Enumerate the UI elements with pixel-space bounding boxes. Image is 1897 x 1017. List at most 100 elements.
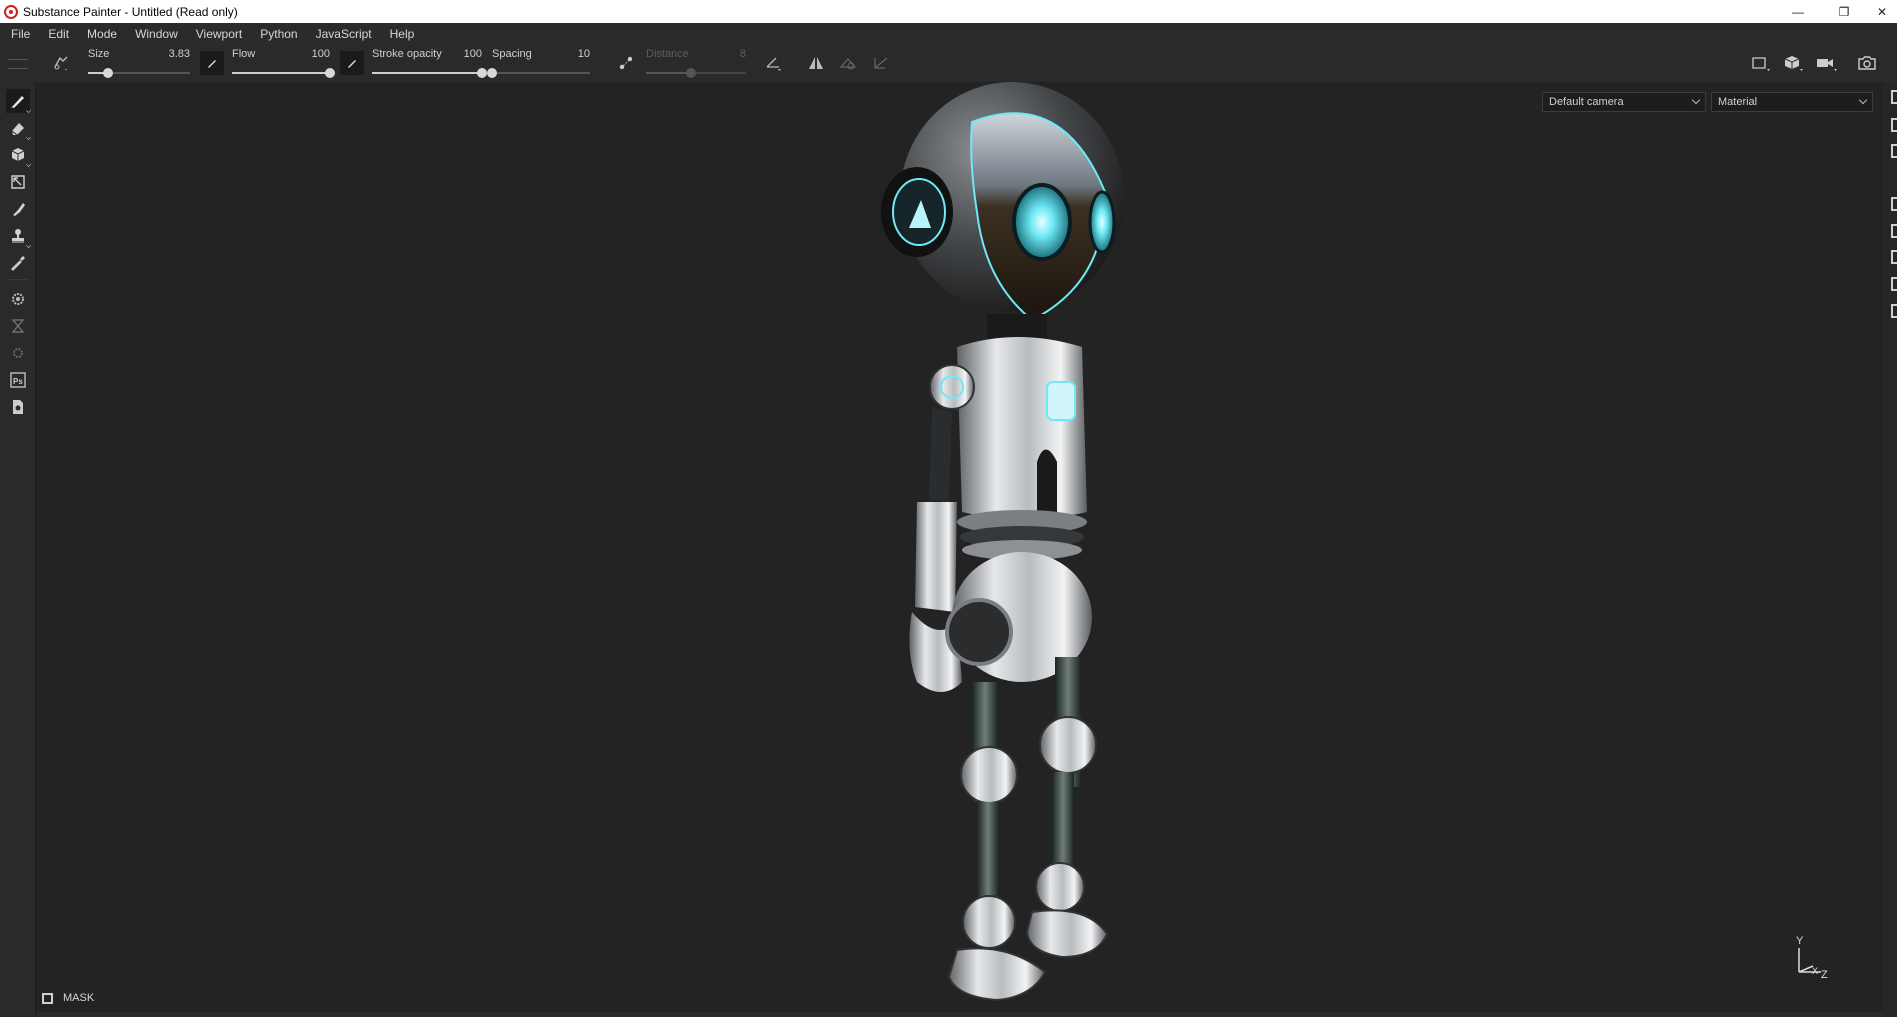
flow-track[interactable] xyxy=(232,68,335,78)
close-button[interactable]: ✕ xyxy=(1867,0,1897,23)
document-export-tool[interactable] xyxy=(6,395,30,419)
clone-stamp-icon xyxy=(12,229,24,243)
chevron-down-icon xyxy=(1691,95,1701,105)
photoshop-export-tool[interactable]: Ps xyxy=(6,368,30,392)
menu-mode[interactable]: Mode xyxy=(78,23,126,45)
stroke-opacity-slider[interactable]: Stroke opacity 100 xyxy=(372,45,487,82)
menu-edit[interactable]: Edit xyxy=(39,23,78,45)
mask-toggle[interactable]: MASK xyxy=(42,990,94,1006)
distance-knob[interactable] xyxy=(686,68,696,78)
channel-select[interactable]: Material xyxy=(1711,92,1873,112)
panel-tab-icon[interactable] xyxy=(1891,90,1897,104)
paint-tool[interactable] xyxy=(6,89,31,113)
channel-select-value: Material xyxy=(1718,96,1758,108)
bake-tool[interactable] xyxy=(6,314,30,338)
menu-javascript[interactable]: JavaScript xyxy=(307,23,381,45)
lazy-mouse-button[interactable] xyxy=(614,51,638,75)
clone-tool[interactable] xyxy=(6,224,31,248)
substance-painter-logo-icon xyxy=(4,4,18,19)
stroke-opacity-track[interactable] xyxy=(372,68,487,78)
screenshot-button[interactable] xyxy=(1855,51,1879,75)
stroke-opacity-value[interactable]: 100 xyxy=(464,48,482,60)
panel-tab-icon[interactable] xyxy=(1891,118,1897,132)
tool-options-bar: Size 3.83 Flow 100 Stroke opacity 100 Sp… xyxy=(0,45,1897,82)
window-title: Substance Painter - Untitled (Read only) xyxy=(23,4,238,19)
menu-python[interactable]: Python xyxy=(251,23,306,45)
viewport-layout-icon xyxy=(1752,57,1770,71)
distance-track[interactable] xyxy=(646,68,746,78)
panel-tab-icon[interactable] xyxy=(1891,304,1897,318)
menu-viewport[interactable]: Viewport xyxy=(187,23,251,45)
spacing-knob[interactable] xyxy=(487,68,497,78)
distance-value[interactable]: 8 xyxy=(740,48,746,60)
projection-cube-icon xyxy=(11,148,25,161)
size-label: Size xyxy=(88,48,110,60)
panel-tab-icon[interactable] xyxy=(1891,197,1897,211)
distance-label: Distance xyxy=(646,48,689,60)
shading-mode-button[interactable] xyxy=(1782,51,1806,75)
projection-tool[interactable] xyxy=(6,143,31,167)
stroke-opacity-knob[interactable] xyxy=(477,68,487,78)
axis-x-label: X xyxy=(1812,966,1818,976)
minimize-button[interactable]: — xyxy=(1775,0,1821,23)
color-picker-tool[interactable] xyxy=(6,251,30,275)
flow-label: Flow xyxy=(232,48,256,60)
polygon-fill-icon xyxy=(11,175,25,189)
transform-button[interactable] xyxy=(869,51,893,75)
flow-pressure-button[interactable] xyxy=(340,51,364,75)
backface-button[interactable] xyxy=(836,51,860,75)
polygon-fill-tool[interactable] xyxy=(6,170,30,194)
restore-button[interactable]: ❐ xyxy=(1821,0,1867,23)
smudge-tool[interactable] xyxy=(6,197,30,221)
pen-pressure-icon xyxy=(348,60,356,68)
eraser-icon xyxy=(11,123,24,136)
video-camera-icon xyxy=(1817,59,1837,71)
geometry-tool[interactable] xyxy=(6,341,30,365)
flow-fill xyxy=(232,72,330,74)
panel-tab-icon[interactable] xyxy=(1891,277,1897,291)
settings-tool[interactable] xyxy=(6,287,30,311)
size-knob[interactable] xyxy=(103,68,114,78)
flow-knob[interactable] xyxy=(325,68,335,78)
stroke-opacity-label: Stroke opacity xyxy=(372,48,442,60)
spacing-label: Spacing xyxy=(492,48,532,60)
robot-3d-model[interactable] xyxy=(857,82,1137,1012)
svg-text:Ps: Ps xyxy=(13,377,23,386)
panel-tab-icon[interactable] xyxy=(1891,224,1897,238)
eraser-tool[interactable] xyxy=(6,116,31,140)
paint-brush-icon xyxy=(11,96,24,108)
display-mode-button[interactable] xyxy=(1749,51,1773,75)
3d-viewport[interactable]: Default camera Material MASK Y X Z xyxy=(37,82,1882,1012)
camera-select[interactable]: Default camera xyxy=(1542,92,1706,112)
flow-value[interactable]: 100 xyxy=(312,48,330,60)
size-slider[interactable]: Size 3.83 xyxy=(88,45,190,82)
cube-icon xyxy=(1784,56,1803,71)
size-pressure-button[interactable] xyxy=(200,51,224,75)
symmetry-icon xyxy=(809,57,823,69)
axis-gizmo: Y X Z xyxy=(1796,935,1828,981)
spacing-slider[interactable]: Spacing 10 xyxy=(487,45,590,82)
panel-tab-icon[interactable] xyxy=(1891,250,1897,264)
distance-slider[interactable]: Distance 8 xyxy=(646,45,746,82)
lazy-mouse-icon xyxy=(619,56,633,70)
right-panel-strip xyxy=(1882,82,1897,1017)
panel-tab-icon[interactable] xyxy=(1891,144,1897,158)
symmetry-button[interactable] xyxy=(804,51,828,75)
menu-file[interactable]: File xyxy=(0,23,39,45)
menu-help[interactable]: Help xyxy=(381,23,424,45)
photoshop-icon: Ps xyxy=(10,372,26,388)
spacing-value[interactable]: 10 xyxy=(578,48,590,60)
size-value[interactable]: 3.83 xyxy=(169,48,190,60)
flow-slider[interactable]: Flow 100 xyxy=(232,45,335,82)
menu-window[interactable]: Window xyxy=(126,23,187,45)
angle-icon xyxy=(766,57,781,71)
hourglass-icon xyxy=(11,319,25,333)
camera-select-value: Default camera xyxy=(1549,96,1624,108)
angle-button[interactable] xyxy=(762,51,786,75)
brush-preset-button[interactable] xyxy=(49,51,73,75)
camera-mode-button[interactable] xyxy=(1815,51,1839,75)
toolbar-grip[interactable] xyxy=(8,59,28,69)
mask-checkbox[interactable] xyxy=(42,992,53,1004)
spacing-track[interactable] xyxy=(487,68,590,78)
size-track[interactable] xyxy=(88,68,190,78)
